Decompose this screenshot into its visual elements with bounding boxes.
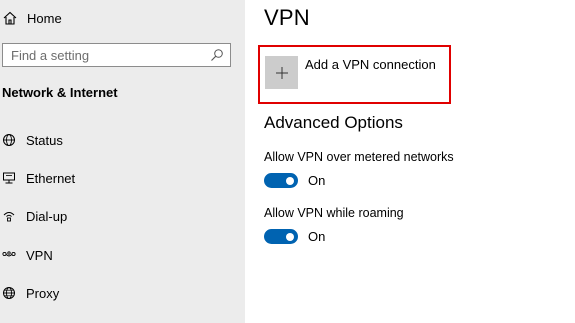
option-label-roaming: Allow VPN while roaming [264,206,404,220]
sidebar-home[interactable]: Home [2,8,62,28]
home-label: Home [27,10,62,26]
vpn-icon [2,248,16,262]
metered-toggle[interactable] [264,173,298,188]
toggle-knob [286,232,294,241]
page-title: VPN [264,5,310,30]
ethernet-icon [2,171,16,185]
add-vpn-highlight[interactable]: Add a VPN connection [258,45,451,104]
add-vpn-label[interactable]: Add a VPN connection [305,57,436,72]
dialup-icon [2,209,16,223]
search-box[interactable] [2,43,231,67]
proxy-globe-icon [2,286,16,300]
metered-toggle-state: On [308,173,326,188]
sidebar-item-label: Status [26,132,63,148]
sidebar-item-status[interactable]: Status [2,130,63,150]
sidebar-item-label: Ethernet [26,170,76,186]
search-icon[interactable] [210,48,224,62]
sidebar-item-label: Dial-up [26,208,68,224]
sidebar-item-proxy[interactable]: Proxy [2,283,59,303]
add-vpn-button[interactable] [265,56,298,89]
toggle-knob [286,176,294,185]
sidebar-item-label: Proxy [26,285,60,301]
roaming-toggle-state: On [308,229,326,244]
sidebar: Home Network & Internet Status [0,0,245,323]
sidebar-item-dialup[interactable]: Dial-up [2,206,67,226]
sidebar-section-title: Network & Internet [2,85,118,100]
option-label-metered: Allow VPN over metered networks [264,150,454,164]
sidebar-item-vpn[interactable]: VPN [2,245,53,265]
globe-status-icon [2,133,16,147]
home-icon [2,10,18,26]
search-input[interactable] [11,45,210,65]
roaming-toggle[interactable] [264,229,298,244]
sidebar-item-ethernet[interactable]: Ethernet [2,168,75,188]
advanced-options-heading: Advanced Options [264,113,403,132]
plus-icon [275,66,289,80]
sidebar-item-label: VPN [26,247,53,263]
